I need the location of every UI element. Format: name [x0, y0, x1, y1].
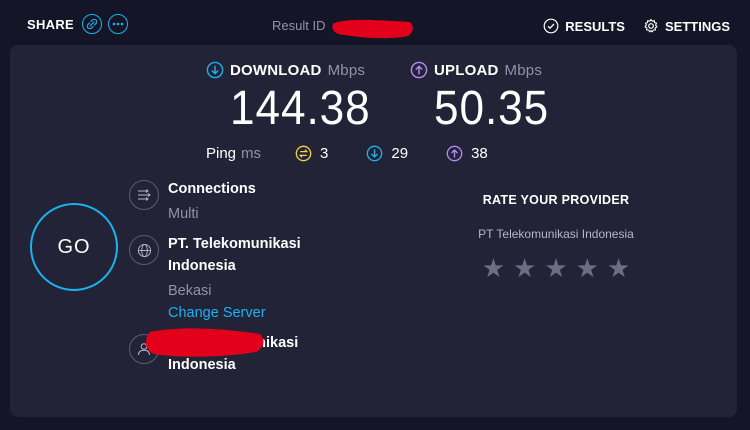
ping-download-value: 29 [391, 145, 409, 162]
download-label: DOWNLOAD [230, 61, 322, 79]
upload-metric: UPLOAD Mbps 50.35 [410, 61, 559, 136]
top-right-nav: RESULTS SETTINGS [543, 18, 730, 34]
star-5-icon[interactable]: ★ [607, 255, 630, 281]
download-value: 144.38 [230, 82, 371, 135]
rating-stars: ★ ★ ★ ★ ★ [446, 255, 666, 281]
settings-button[interactable]: SETTINGS [643, 18, 730, 34]
gear-icon [644, 18, 658, 33]
server-location: Bekasi [168, 283, 212, 299]
ping-idle: 3 [295, 145, 328, 162]
download-metric: DOWNLOAD Mbps 144.38 [206, 61, 383, 136]
results-button[interactable]: RESULTS [543, 18, 625, 34]
top-bar: SHARE Result ID RESULTS SETTINGS [0, 0, 750, 50]
ping-upload-icon [446, 145, 463, 162]
connections-info: Connections Multi [168, 178, 256, 225]
ping-label: Ping [206, 145, 237, 162]
connections-icon [129, 180, 159, 210]
server-name-line2: Indonesia [168, 258, 236, 274]
download-unit: Mbps [327, 61, 366, 79]
rate-title: RATE YOUR PROVIDER [482, 193, 630, 207]
link-icon[interactable] [82, 14, 103, 34]
share-label: SHARE [27, 16, 75, 32]
ping-row: Ping ms 3 29 38 [206, 145, 526, 162]
upload-value: 50.35 [434, 82, 550, 135]
upload-label: UPLOAD [434, 61, 499, 79]
redaction-mark-bottom [145, 328, 264, 357]
star-2-icon[interactable]: ★ [513, 255, 536, 281]
ping-upload-value: 38 [471, 145, 488, 162]
results-label: RESULTS [565, 18, 625, 34]
download-arrow-icon [206, 61, 224, 79]
globe-icon [129, 235, 159, 265]
rate-provider-name: PT Telekomunikasi Indonesia [478, 227, 634, 241]
upload-unit: Mbps [504, 61, 543, 79]
share-section: SHARE [27, 14, 129, 34]
server-name-line1: PT. Telekomunikasi [168, 236, 301, 252]
check-circle-icon [543, 18, 559, 34]
result-id-label: Result ID [272, 18, 326, 33]
star-4-icon[interactable]: ★ [576, 255, 599, 281]
ping-idle-icon [295, 145, 312, 162]
connections-title: Connections [168, 181, 256, 197]
ping-download: 29 [366, 145, 408, 162]
more-options-icon[interactable] [108, 14, 129, 34]
rate-provider-section: RATE YOUR PROVIDER PT Telekomunikasi Ind… [446, 193, 666, 281]
upload-arrow-icon [410, 61, 428, 79]
go-button[interactable]: GO [30, 203, 118, 291]
star-3-icon[interactable]: ★ [544, 255, 567, 281]
ping-idle-value: 3 [320, 145, 329, 162]
redaction-mark-top [332, 19, 413, 39]
server-info: PT. Telekomunikasi Indonesia Bekasi Chan… [168, 233, 301, 324]
connections-value: Multi [168, 206, 199, 222]
results-panel: DOWNLOAD Mbps 144.38 UPLOAD Mbps 50.35 P… [10, 45, 737, 417]
star-1-icon[interactable]: ★ [482, 255, 505, 281]
ping-upload: 38 [446, 145, 488, 162]
ping-download-icon [367, 145, 383, 162]
ping-unit: ms [241, 145, 262, 162]
settings-label: SETTINGS [664, 18, 730, 34]
